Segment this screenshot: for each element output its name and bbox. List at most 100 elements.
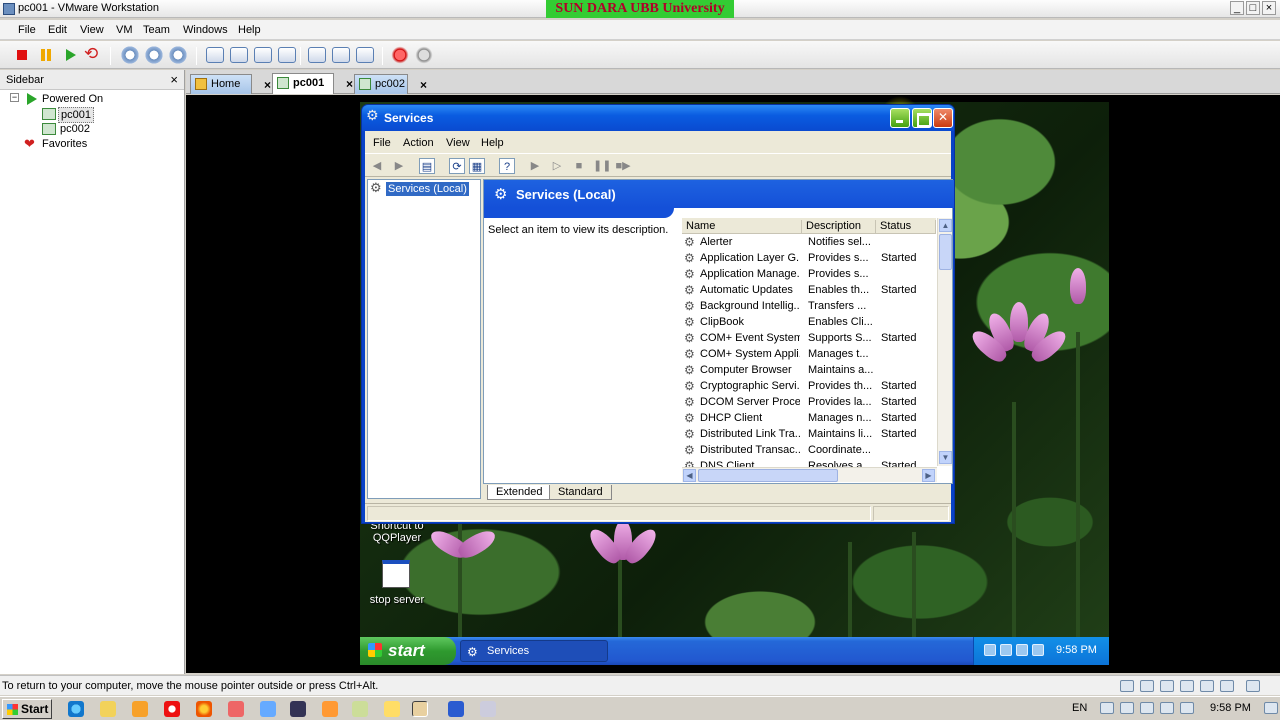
app-icon[interactable] <box>260 701 276 717</box>
services-maximize-button[interactable] <box>912 108 932 128</box>
scroll-up-icon[interactable]: ▲ <box>939 219 952 232</box>
export-list-icon[interactable]: ▦ <box>469 158 485 174</box>
table-row[interactable]: ⚙ Distributed Link Tra... Maintains li... S… <box>682 427 936 443</box>
app-icon[interactable] <box>228 701 244 717</box>
unity-icon[interactable] <box>278 47 296 63</box>
taskbar-item-services[interactable]: ⚙ Services <box>460 640 608 662</box>
tab-close-icon[interactable]: × <box>420 78 427 92</box>
pause-service-icon[interactable]: ❚❚ <box>593 158 611 174</box>
host-start-button[interactable]: Start <box>2 699 52 719</box>
app-icon[interactable] <box>480 701 496 717</box>
tab-close-icon[interactable]: × <box>346 77 353 91</box>
tab-extended[interactable]: Extended <box>487 485 552 500</box>
floppy-icon[interactable] <box>1160 680 1174 692</box>
internet-explorer-icon[interactable] <box>68 701 84 717</box>
column-description[interactable]: Description <box>802 220 876 234</box>
record-icon[interactable] <box>390 45 410 65</box>
tree-group-powered-on[interactable]: Powered On <box>42 93 103 105</box>
services-menu-action[interactable]: Action <box>403 137 434 149</box>
close-button[interactable]: × <box>1262 1 1276 15</box>
table-row[interactable]: ⚙ Distributed Transac... Coordinate... <box>682 443 936 459</box>
scroll-thumb[interactable] <box>698 469 838 482</box>
table-row[interactable]: ⚙ Automatic Updates Enables th... Started <box>682 283 936 299</box>
snapshot-manager-icon[interactable] <box>168 45 188 65</box>
table-row[interactable]: ⚙ Computer Browser Maintains a... <box>682 363 936 379</box>
column-name[interactable]: Name <box>682 220 802 234</box>
cd-rom-icon[interactable] <box>1140 680 1154 692</box>
menu-edit[interactable]: Edit <box>48 24 67 36</box>
tree-item-favorites[interactable]: Favorites <box>42 138 87 150</box>
table-row[interactable]: ⚙ Application Layer G... Provides s... Star… <box>682 251 936 267</box>
maximize-button[interactable]: □ <box>1246 1 1260 15</box>
table-row[interactable]: ⚙ DCOM Server Proce... Provides la... Start… <box>682 395 936 411</box>
table-row[interactable]: ⚙ Alerter Notifies sel... <box>682 235 936 251</box>
snapshot-icon[interactable] <box>120 45 140 65</box>
vertical-scrollbar[interactable]: ▲ ▼ <box>937 218 952 466</box>
menu-windows[interactable]: Windows <box>183 24 228 36</box>
usb-icon[interactable] <box>1200 680 1214 692</box>
vmware-taskbar-icon[interactable] <box>412 701 428 717</box>
scroll-thumb[interactable] <box>939 234 952 270</box>
guest-start-button[interactable]: start <box>360 637 456 665</box>
services-title-bar[interactable]: ⚙ Services ✕ <box>362 105 954 131</box>
flag-icon[interactable] <box>1120 702 1134 714</box>
suspend-icon[interactable] <box>36 45 56 65</box>
summary-view-icon[interactable] <box>308 47 326 63</box>
media-player-icon[interactable] <box>132 701 148 717</box>
stop-service-icon[interactable]: ■ <box>571 158 587 174</box>
network-icon[interactable] <box>984 644 996 656</box>
scroll-left-icon[interactable]: ◀ <box>683 469 696 482</box>
scroll-right-icon[interactable]: ▶ <box>922 469 935 482</box>
revert-snapshot-icon[interactable] <box>144 45 164 65</box>
tree-node-services-local[interactable]: Services (Local) <box>386 182 469 196</box>
start-service-icon-2[interactable]: ▷ <box>549 158 565 174</box>
desktop-icon-stop-server[interactable] <box>382 560 410 588</box>
tab-home[interactable]: Home × <box>190 74 271 94</box>
language-indicator[interactable]: EN <box>1072 702 1087 714</box>
scroll-down-icon[interactable]: ▼ <box>939 451 952 464</box>
tree-item-pc001[interactable]: pc001 <box>58 107 94 123</box>
connection-icon[interactable] <box>1032 644 1044 656</box>
services-menu-file[interactable]: File <box>373 137 391 149</box>
tab-pc002[interactable]: pc002 × <box>354 74 427 94</box>
network-icon[interactable] <box>1140 702 1154 714</box>
power-icon[interactable] <box>1160 702 1174 714</box>
volume-icon[interactable] <box>1000 644 1012 656</box>
refresh-icon[interactable]: ⟳ <box>449 158 465 174</box>
table-row[interactable]: ⚙ Cryptographic Servi... Provides th... Sta… <box>682 379 936 395</box>
table-row[interactable]: ⚙ COM+ System Appli... Manages t... <box>682 347 936 363</box>
volume-icon[interactable] <box>1180 702 1194 714</box>
arrow-icon[interactable] <box>1100 702 1114 714</box>
collapse-icon[interactable]: − <box>10 93 19 102</box>
word-icon[interactable] <box>448 701 464 717</box>
menu-team[interactable]: Team <box>143 24 170 36</box>
table-row[interactable]: ⚙ ClipBook Enables Cli... <box>682 315 936 331</box>
notepad-icon[interactable] <box>352 701 368 717</box>
services-menu-help[interactable]: Help <box>481 137 504 149</box>
tab-pc001[interactable]: pc001 × <box>272 73 353 94</box>
show-sidebar-icon[interactable] <box>206 47 224 63</box>
console-view-icon[interactable] <box>356 47 374 63</box>
services-minimize-button[interactable] <box>890 108 910 128</box>
menu-vm[interactable]: VM <box>116 24 133 36</box>
calculator-icon[interactable] <box>290 701 306 717</box>
services-close-button[interactable]: ✕ <box>933 108 953 128</box>
app-icon[interactable] <box>384 701 400 717</box>
power-on-icon[interactable] <box>60 45 80 65</box>
folder-icon[interactable] <box>100 701 116 717</box>
reset-icon[interactable] <box>82 44 102 65</box>
tree-item-pc002[interactable]: pc002 <box>60 123 90 135</box>
menu-file[interactable]: File <box>18 24 36 36</box>
start-service-icon[interactable]: ▶ <box>527 158 543 174</box>
show-hide-tree-icon[interactable]: ▤ <box>419 158 435 174</box>
network-adapter-icon[interactable] <box>1180 680 1194 692</box>
hard-disk-icon[interactable] <box>1120 680 1134 692</box>
show-desktop-icon[interactable] <box>1264 702 1278 714</box>
menu-view[interactable]: View <box>80 24 104 36</box>
table-row[interactable]: ⚙ DHCP Client Manages n... Started <box>682 411 936 427</box>
sound-icon[interactable] <box>1220 680 1234 692</box>
firefox-icon[interactable] <box>196 701 212 717</box>
opera-icon[interactable] <box>164 701 180 717</box>
message-log-icon[interactable] <box>1246 680 1260 692</box>
column-status[interactable]: Status <box>876 220 936 234</box>
